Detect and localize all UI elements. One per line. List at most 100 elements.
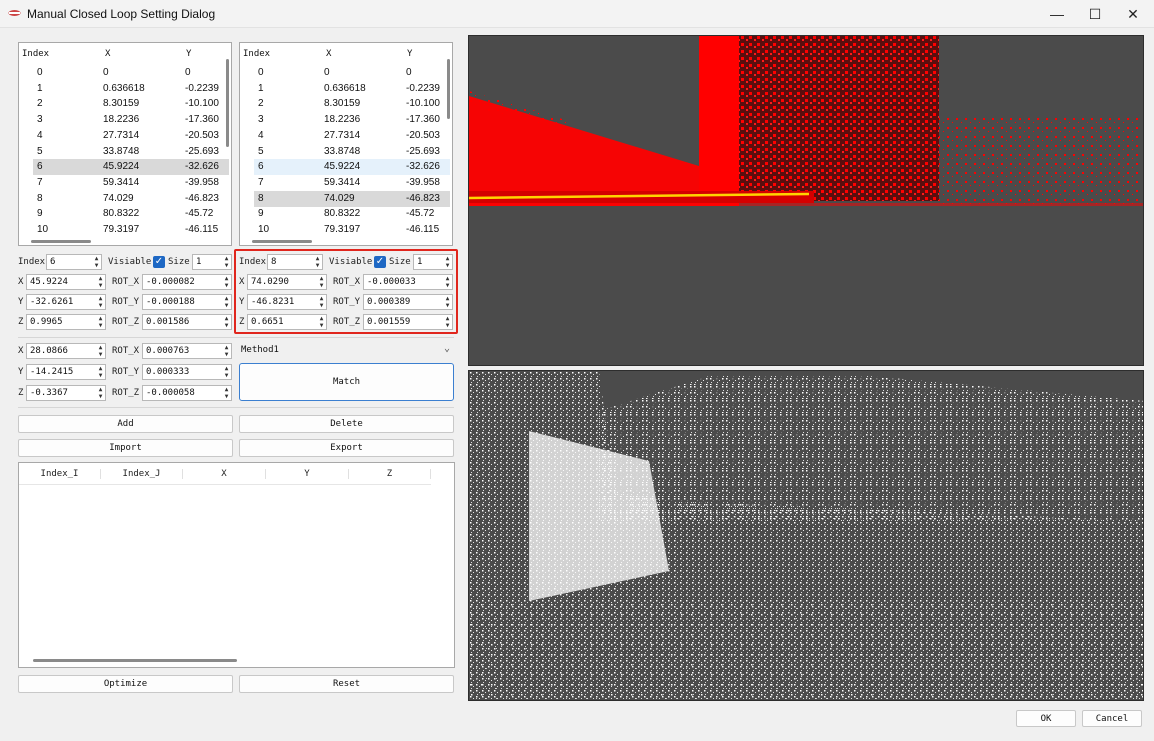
list-item[interactable]: 0 0 0 xyxy=(254,65,450,81)
cell-y: -10.100 xyxy=(185,98,219,110)
horizontal-scrollbar[interactable] xyxy=(31,240,91,243)
cell-index: 6 xyxy=(258,161,264,173)
cell-x: 0 xyxy=(103,67,109,78)
right-x-spinbox[interactable]: 74.0290 ▲ ▼ xyxy=(247,274,327,290)
list-item[interactable]: 8 74.029 -46.823 xyxy=(33,191,229,207)
left-y-spinbox[interactable]: -32.6261 ▲ ▼ xyxy=(26,294,106,310)
list-item[interactable]: 1 0.636618 -0.2239 xyxy=(254,81,450,97)
relative-rotz-spinbox[interactable]: -0.000058 ▲ ▼ xyxy=(142,385,232,401)
cell-y: -45.72 xyxy=(185,208,214,220)
left-rotz-spinbox[interactable]: 0.001586 ▲ ▼ xyxy=(142,314,232,330)
cell-index: 9 xyxy=(37,208,43,220)
size-label: Size xyxy=(168,257,190,267)
vertical-scrollbar[interactable] xyxy=(447,59,450,119)
visible-label: Visiable xyxy=(329,257,373,267)
list-item[interactable]: 9 80.8322 -45.72 xyxy=(33,206,229,222)
list-item[interactable]: 10 79.3197 -46.115 xyxy=(33,222,229,238)
rotz-label: ROT_Z xyxy=(112,317,140,327)
right-size-spinbox[interactable]: 1 ▲ ▼ xyxy=(413,254,453,270)
list-item[interactable]: 10 79.3197 -46.115 xyxy=(254,222,450,238)
cell-x: 18.2236 xyxy=(324,114,361,126)
cancel-button[interactable]: Cancel xyxy=(1082,710,1142,727)
loop-pairs-table[interactable]: Index_I Index_J X Y Z xyxy=(18,462,455,668)
list-item[interactable]: 9 80.8322 -45.72 xyxy=(254,206,450,222)
list-item[interactable]: 5 33.8748 -25.693 xyxy=(33,144,229,160)
left-rotx-spinbox[interactable]: -0.000082 ▲ ▼ xyxy=(142,274,232,290)
export-button[interactable]: Export xyxy=(239,439,454,457)
horizontal-scrollbar[interactable] xyxy=(252,240,312,243)
relative-rotx-spinbox[interactable]: 0.000763 ▲ ▼ xyxy=(142,343,232,359)
ok-button[interactable]: OK xyxy=(1016,710,1076,727)
cell-y: -39.958 xyxy=(406,176,440,188)
delete-button[interactable]: Delete xyxy=(239,415,454,433)
right-rotz-spinbox[interactable]: 0.001559 ▲ ▼ xyxy=(363,314,453,330)
list-item[interactable]: 1 0.636618 -0.2239 xyxy=(33,81,229,97)
maximize-button[interactable]: ☐ xyxy=(1080,4,1110,24)
right-y-spinbox[interactable]: -46.8231 ▲ ▼ xyxy=(247,294,327,310)
cell-y: -20.503 xyxy=(185,129,219,141)
list-item[interactable]: 5 33.8748 -25.693 xyxy=(254,144,450,160)
cell-x: 45.9224 xyxy=(324,161,361,173)
list-item[interactable]: 7 59.3414 -39.958 xyxy=(254,175,450,191)
right-roty-spinbox[interactable]: 0.000389 ▲ ▼ xyxy=(363,294,453,310)
reset-button[interactable]: Reset xyxy=(239,675,454,693)
list-item[interactable]: 4 27.7314 -20.503 xyxy=(33,128,229,144)
cell-y: -39.958 xyxy=(185,176,219,188)
right-rotx-spinbox[interactable]: -0.000033 ▲ ▼ xyxy=(363,274,453,290)
horizontal-scrollbar[interactable] xyxy=(33,659,237,662)
right-index-spinbox[interactable]: 8 ▲ ▼ xyxy=(267,254,323,270)
y-label: Y xyxy=(18,367,24,377)
visible-label: Visiable xyxy=(108,257,152,267)
cell-index: 4 xyxy=(37,129,43,141)
cell-index: 6 xyxy=(37,161,43,173)
point-cloud-perspective-view[interactable] xyxy=(468,370,1144,701)
chevron-down-icon: ⌄ xyxy=(443,343,450,354)
list-item[interactable]: 0 0 0 xyxy=(33,65,229,81)
point-list-left[interactable]: Index X Y 0 0 0 1 0.636618 -0.2239 2 8.30159 -10… xyxy=(18,42,232,246)
cell-y: -45.72 xyxy=(406,208,435,220)
vertical-scrollbar[interactable] xyxy=(226,59,229,147)
method-combobox[interactable]: Method1 ⌄ xyxy=(239,341,454,359)
cell-y: -0.2239 xyxy=(185,82,219,94)
relative-x-spinbox[interactable]: 28.0866 ▲ ▼ xyxy=(26,343,106,359)
cell-index: 3 xyxy=(258,114,264,126)
cell-index: 4 xyxy=(258,129,264,141)
rotz-label: ROT_Z xyxy=(112,388,140,398)
list-item[interactable]: 8 74.029 -46.823 xyxy=(254,190,450,207)
add-button[interactable]: Add xyxy=(18,415,233,433)
cell-index: 1 xyxy=(37,82,43,94)
left-z-spinbox[interactable]: 0.9965 ▲ ▼ xyxy=(26,314,106,330)
relative-z-spinbox[interactable]: -0.3367 ▲ ▼ xyxy=(26,385,106,401)
left-size-spinbox[interactable]: 1 ▲ ▼ xyxy=(192,254,232,270)
list-item[interactable]: 6 45.9224 -32.626 xyxy=(254,159,450,176)
list-item[interactable]: 4 27.7314 -20.503 xyxy=(254,128,450,144)
left-index-spinbox[interactable]: 6 ▲ ▼ xyxy=(46,254,102,270)
list-item[interactable]: 2 8.30159 -10.100 xyxy=(33,96,229,112)
list-item[interactable]: 3 18.2236 -17.360 xyxy=(254,112,450,128)
list-item[interactable]: 2 8.30159 -10.100 xyxy=(254,96,450,112)
list-item[interactable]: 3 18.2236 -17.360 xyxy=(33,112,229,128)
point-cloud-top-view[interactable] xyxy=(468,35,1144,366)
list-item[interactable]: 6 45.9224 -32.626 xyxy=(33,159,229,176)
cell-x: 0 xyxy=(324,67,330,78)
left-roty-spinbox[interactable]: -0.000188 ▲ ▼ xyxy=(142,294,232,310)
relative-roty-spinbox[interactable]: 0.000333 ▲ ▼ xyxy=(142,364,232,380)
cell-x: 8.30159 xyxy=(103,98,140,110)
close-button[interactable]: ✕ xyxy=(1118,4,1148,24)
rotz-label: ROT_Z xyxy=(333,317,361,327)
relative-y-spinbox[interactable]: -14.2415 ▲ ▼ xyxy=(26,364,106,380)
header-index: Index xyxy=(243,49,271,59)
cell-index: 0 xyxy=(37,67,43,78)
left-visible-checkbox[interactable]: ✓ xyxy=(153,256,165,268)
minimize-button[interactable]: — xyxy=(1042,4,1072,24)
list-item[interactable]: 7 59.3414 -39.958 xyxy=(33,175,229,191)
optimize-button[interactable]: Optimize xyxy=(18,675,233,693)
left-x-spinbox[interactable]: 45.9224 ▲ ▼ xyxy=(26,274,106,290)
import-button[interactable]: Import xyxy=(18,439,233,457)
y-label: Y xyxy=(239,297,245,307)
cell-y: -25.693 xyxy=(406,145,440,157)
right-z-spinbox[interactable]: 0.6651 ▲ ▼ xyxy=(247,314,327,330)
right-visible-checkbox[interactable]: ✓ xyxy=(374,256,386,268)
point-list-right[interactable]: Index X Y 0 0 0 1 0.636618 -0.2239 2 8.30159 -10… xyxy=(239,42,453,246)
match-button[interactable]: Match xyxy=(239,363,454,401)
